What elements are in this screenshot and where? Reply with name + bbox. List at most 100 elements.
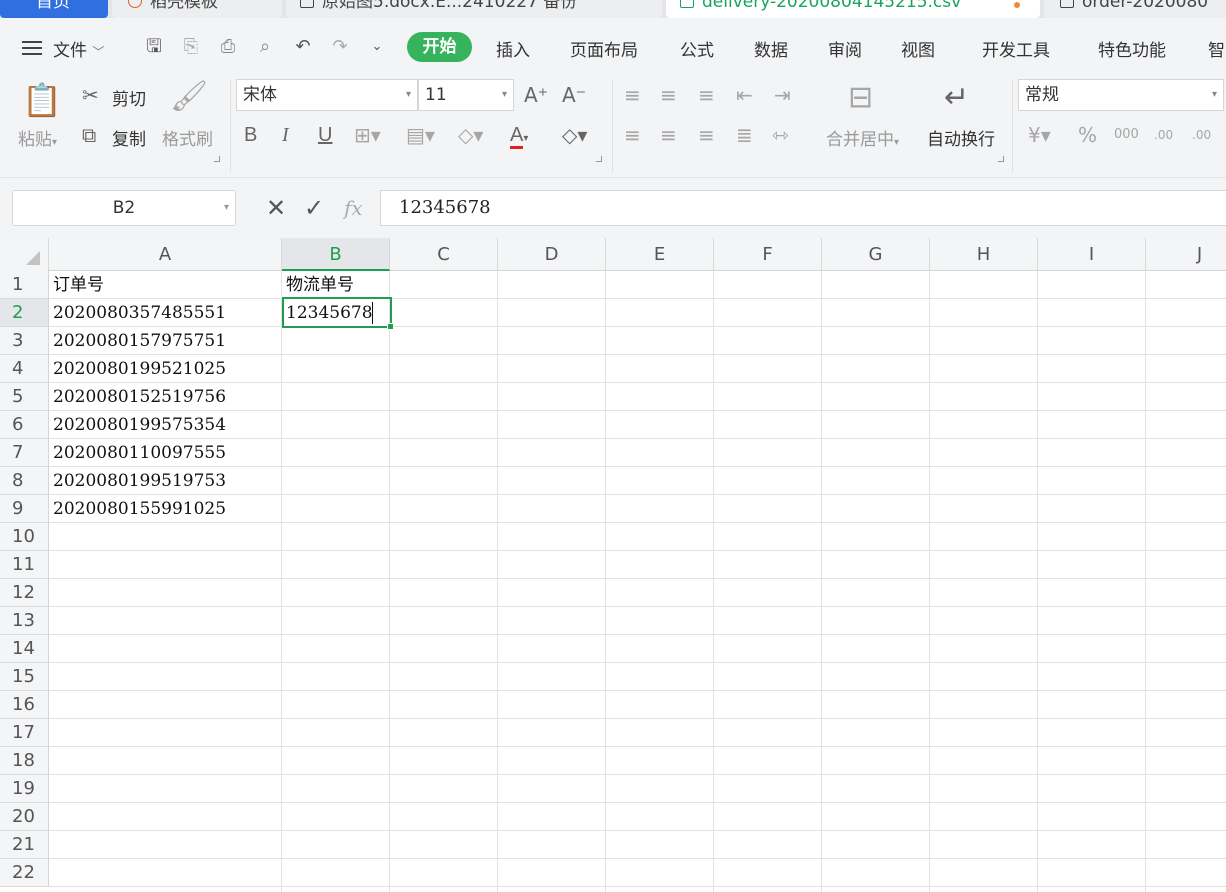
- hamburger-icon[interactable]: [22, 41, 42, 55]
- tab-order[interactable]: order-2020080: [1044, 0, 1226, 18]
- tab-insert[interactable]: 插入: [496, 36, 530, 61]
- merge-center-button[interactable]: 合并居中▾: [826, 125, 899, 150]
- formula-input[interactable]: 12345678: [380, 190, 1226, 226]
- tab-home[interactable]: 首页: [0, 0, 108, 18]
- grow-font-icon[interactable]: A⁺: [524, 83, 548, 107]
- tab-formulas[interactable]: 公式: [680, 36, 714, 61]
- cell-a8[interactable]: 2020080199519753: [49, 467, 282, 495]
- cell-a9[interactable]: 2020080155991025: [49, 495, 282, 523]
- cell-a6[interactable]: 2020080199575354: [49, 411, 282, 439]
- column-header-b[interactable]: B: [282, 238, 390, 271]
- row-header-7[interactable]: 7: [0, 439, 49, 467]
- column-header-i[interactable]: I: [1038, 238, 1146, 271]
- decrease-decimal-icon[interactable]: .00: [1192, 123, 1211, 147]
- customize-toolbar-icon[interactable]: ⌄: [366, 36, 388, 58]
- tab-page-layout[interactable]: 页面布局: [570, 36, 638, 61]
- alignment-dialog-launcher[interactable]: [998, 156, 1004, 162]
- row-header-12[interactable]: 12: [0, 579, 49, 607]
- column-header-g[interactable]: G: [822, 238, 930, 271]
- italic-button[interactable]: I: [282, 123, 289, 147]
- row-header-13[interactable]: 13: [0, 607, 49, 635]
- row-header-17[interactable]: 17: [0, 719, 49, 747]
- row-header-9[interactable]: 9: [0, 495, 49, 523]
- wrap-text-button[interactable]: 自动换行: [927, 125, 995, 150]
- copy-icon[interactable]: ⧉: [82, 123, 96, 147]
- row-header-19[interactable]: 19: [0, 775, 49, 803]
- align-top-icon[interactable]: ≡: [624, 83, 641, 107]
- thousands-separator-icon[interactable]: 000: [1114, 123, 1139, 147]
- decrease-indent-icon[interactable]: ⇤: [736, 83, 753, 107]
- font-color-button[interactable]: A▾: [510, 123, 528, 151]
- export-icon[interactable]: ⎘: [180, 36, 202, 58]
- cell-a1[interactable]: 订单号: [49, 271, 282, 299]
- tab-templates[interactable]: 稻壳模板: [112, 0, 282, 18]
- cancel-icon[interactable]: ✕: [266, 194, 286, 222]
- column-header-d[interactable]: D: [498, 238, 606, 271]
- row-header-18[interactable]: 18: [0, 747, 49, 775]
- increase-decimal-icon[interactable]: .00: [1154, 123, 1173, 147]
- copy-button[interactable]: 复制: [112, 125, 146, 150]
- shrink-font-icon[interactable]: A⁻: [562, 83, 586, 107]
- increase-indent-icon[interactable]: ⇥: [774, 83, 791, 107]
- wrap-text-icon[interactable]: ↵: [944, 78, 969, 118]
- row-header-4[interactable]: 4: [0, 355, 49, 383]
- underline-button[interactable]: U: [318, 123, 332, 147]
- paste-button[interactable]: 粘贴▾: [18, 125, 57, 150]
- save-icon[interactable]: 🖫: [143, 36, 165, 58]
- tab-data[interactable]: 数据: [754, 36, 788, 61]
- font-name-select[interactable]: 宋体 ▾: [236, 79, 418, 111]
- format-painter-button[interactable]: 格式刷: [162, 125, 213, 150]
- scissors-icon[interactable]: ✂: [82, 83, 99, 107]
- cell-b1[interactable]: 物流单号: [282, 271, 390, 299]
- distributed-icon[interactable]: ⇿: [772, 123, 789, 147]
- font-size-select[interactable]: 11 ▾: [418, 79, 514, 111]
- cell-a7[interactable]: 2020080110097555: [49, 439, 282, 467]
- eraser-icon[interactable]: ◇▾: [562, 123, 587, 147]
- tab-start[interactable]: 开始: [407, 32, 472, 62]
- column-header-a[interactable]: A: [49, 238, 282, 271]
- print-preview-icon[interactable]: ⌕: [254, 36, 276, 58]
- confirm-icon[interactable]: ✓: [304, 194, 324, 222]
- tab-view[interactable]: 视图: [901, 36, 935, 61]
- align-right-icon[interactable]: ≡: [698, 123, 715, 147]
- row-header-15[interactable]: 15: [0, 663, 49, 691]
- justify-icon[interactable]: ≣: [736, 123, 753, 147]
- cell-a3[interactable]: 2020080157975751: [49, 327, 282, 355]
- cut-button[interactable]: 剪切: [112, 85, 146, 110]
- number-format-select[interactable]: 常规 ▾: [1018, 79, 1224, 111]
- font-dialog-launcher[interactable]: [596, 156, 602, 162]
- column-header-f[interactable]: F: [714, 238, 822, 271]
- print-icon[interactable]: ⎙: [217, 36, 239, 58]
- bold-button[interactable]: B: [244, 123, 257, 147]
- row-header-22[interactable]: 22: [0, 859, 49, 887]
- row-header-5[interactable]: 5: [0, 383, 49, 411]
- currency-icon[interactable]: ¥▾: [1028, 123, 1051, 147]
- row-header-20[interactable]: 20: [0, 803, 49, 831]
- format-painter-icon[interactable]: 🖌: [170, 80, 208, 114]
- row-header-3[interactable]: 3: [0, 327, 49, 355]
- cell-a5[interactable]: 2020080152519756: [49, 383, 282, 411]
- row-header-2[interactable]: 2: [0, 299, 49, 327]
- redo-icon[interactable]: ↷: [329, 36, 351, 58]
- column-header-c[interactable]: C: [390, 238, 498, 271]
- merge-center-icon[interactable]: ⊟: [848, 78, 873, 118]
- tab-special-features[interactable]: 特色功能: [1098, 36, 1166, 61]
- column-header-j[interactable]: J: [1146, 238, 1226, 271]
- insert-function-icon[interactable]: fx: [344, 194, 363, 222]
- row-header-11[interactable]: 11: [0, 551, 49, 579]
- align-left-icon[interactable]: ≡: [624, 123, 641, 147]
- row-header-21[interactable]: 21: [0, 831, 49, 859]
- row-header-16[interactable]: 16: [0, 691, 49, 719]
- percent-icon[interactable]: %: [1078, 123, 1097, 147]
- tab-review[interactable]: 审阅: [828, 36, 862, 61]
- column-header-e[interactable]: E: [606, 238, 714, 271]
- align-center-icon[interactable]: ≡: [660, 123, 677, 147]
- align-middle-icon[interactable]: ≡: [660, 83, 677, 107]
- cell-a2[interactable]: 2020080357485551: [49, 299, 282, 327]
- fill-color-icon[interactable]: ◇▾: [458, 123, 483, 147]
- row-header-1[interactable]: 1: [0, 271, 49, 299]
- align-bottom-icon[interactable]: ≡: [698, 83, 715, 107]
- name-box[interactable]: B2 ▾: [12, 190, 236, 226]
- tab-docx[interactable]: 原始图5.docx.E...2410227 备份: [286, 0, 662, 18]
- row-header-6[interactable]: 6: [0, 411, 49, 439]
